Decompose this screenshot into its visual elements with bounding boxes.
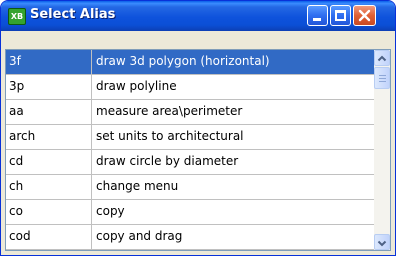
alias-description: copy and drag	[96, 229, 183, 243]
title-bar[interactable]: XB Select Alias	[1, 1, 395, 31]
select-alias-window: XB Select Alias cod copy and drag co copy ch…	[0, 0, 396, 256]
app-icon: XB	[8, 8, 26, 25]
alias-list: cod copy and drag co copy ch change menu cd dra…	[5, 49, 391, 251]
alias-name: ch	[9, 179, 24, 193]
alias-description: draw 3d polygon (horizontal)	[96, 54, 270, 68]
alias-name: arch	[9, 129, 36, 143]
alias-description: copy	[96, 204, 125, 218]
minimize-icon	[313, 18, 321, 21]
scroll-thumb[interactable]	[374, 67, 390, 89]
close-button[interactable]	[353, 5, 376, 26]
window-title: Select Alias	[30, 7, 116, 22]
thumb-grip	[379, 78, 386, 79]
alias-name: cod	[9, 229, 31, 243]
thumb-grip	[379, 81, 386, 82]
alias-description: draw polyline	[96, 79, 177, 93]
alias-row[interactable]: aa measure area\perimeter	[6, 100, 374, 125]
minimize-button[interactable]	[307, 5, 328, 26]
alias-name: 3p	[9, 79, 25, 93]
alias-row[interactable]: arch set units to architectural	[6, 125, 374, 150]
alias-description: measure area\perimeter	[96, 104, 243, 118]
chevron-down-icon	[377, 240, 387, 247]
alias-name: cd	[9, 154, 24, 168]
scroll-down-button[interactable]	[374, 234, 390, 250]
alias-row[interactable]: ch change menu	[6, 175, 374, 200]
alias-row[interactable]: cd draw circle by diameter	[6, 150, 374, 175]
close-icon	[358, 9, 371, 22]
maximize-button[interactable]	[330, 5, 351, 26]
column-divider	[91, 50, 92, 250]
alias-row[interactable]: 3p draw polyline	[6, 75, 374, 100]
alias-row[interactable]: cod copy and drag	[6, 225, 374, 250]
alias-rows: cod copy and drag co copy ch change menu cd dra…	[6, 50, 374, 250]
alias-description: change menu	[96, 179, 179, 193]
scroll-up-button[interactable]	[374, 50, 390, 66]
alias-row[interactable]: 3f draw 3d polygon (horizontal)	[6, 50, 374, 75]
thumb-grip	[379, 75, 386, 76]
alias-row[interactable]: co copy	[6, 200, 374, 225]
alias-name: aa	[9, 104, 24, 118]
chevron-up-icon	[377, 55, 387, 62]
alias-description: set units to architectural	[96, 129, 244, 143]
vertical-scrollbar[interactable]	[374, 50, 390, 250]
alias-name: 3f	[9, 54, 21, 68]
alias-description: draw circle by diameter	[96, 154, 239, 168]
maximize-icon	[335, 10, 346, 21]
alias-name: co	[9, 204, 23, 218]
